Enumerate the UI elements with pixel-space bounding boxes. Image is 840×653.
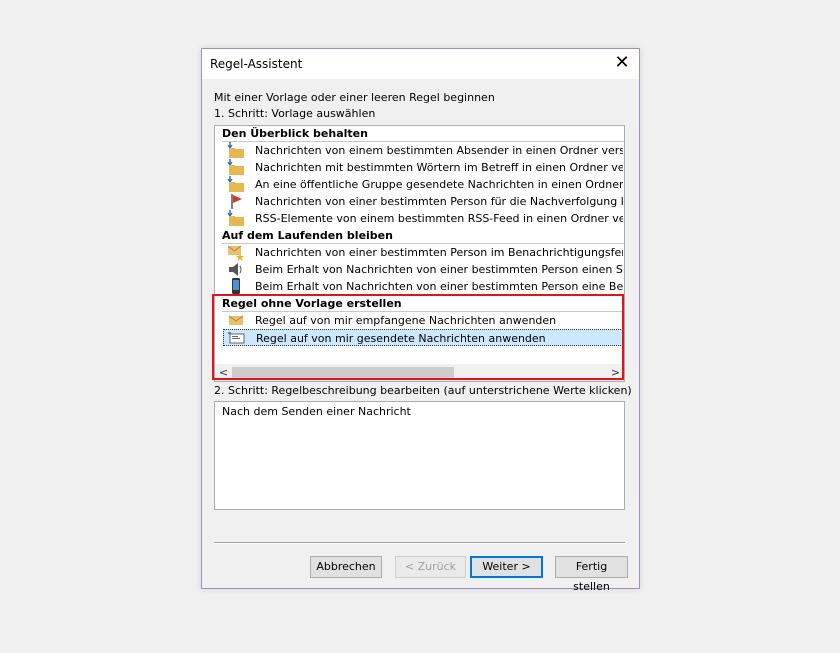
list-item-label: An eine öffentliche Gruppe gesendete Nac… [255, 178, 623, 191]
move-folder-icon [227, 159, 245, 176]
list-item-label: Nachrichten mit bestimmten Wörtern im Be… [255, 161, 623, 174]
rules-wizard-dialog: Regel-Assistent ✕ Mit einer Vorlage oder… [201, 48, 640, 593]
sent-mail-icon [228, 330, 246, 345]
horizontal-scrollbar[interactable]: < > [215, 364, 624, 381]
rule-description-text: Nach dem Senden einer Nachricht [222, 405, 411, 418]
list-item-play-sound[interactable]: Beim Erhalt von Nachrichten von einer be… [223, 261, 623, 278]
list-item-flag-followup[interactable]: Nachrichten von einer bestimmten Person … [223, 193, 623, 210]
list-item-label: Nachrichten von einer bestimmten Person … [255, 195, 623, 208]
group-header-stay-updated: Auf dem Laufenden bleiben [222, 229, 393, 242]
list-item-label: Regel auf von mir empfangene Nachrichten… [255, 314, 557, 327]
list-item-send-notification[interactable]: Beim Erhalt von Nachrichten von einer be… [223, 278, 623, 295]
list-item-move-public-group[interactable]: An eine öffentliche Gruppe gesendete Nac… [223, 176, 623, 193]
list-item-label: Regel auf von mir gesendete Nachrichten … [256, 332, 546, 345]
step2-label: 2. Schritt: Regelbeschreibung bearbeiten… [214, 384, 632, 397]
dialog-title: Regel-Assistent [210, 57, 303, 71]
scrollbar-thumb[interactable] [232, 367, 454, 378]
list-item-sent-rule[interactable]: Regel auf von mir gesendete Nachrichten … [223, 329, 623, 346]
list-item-move-by-sender[interactable]: Nachrichten von einem bestimmten Absende… [223, 142, 623, 159]
divider [214, 542, 625, 544]
phone-icon [227, 278, 245, 295]
title-bar: Regel-Assistent ✕ [202, 49, 639, 79]
speaker-icon [227, 261, 245, 278]
template-list[interactable]: Den Überblick behalten Nachrichten von e… [214, 125, 625, 382]
group-header-overview: Den Überblick behalten [222, 127, 368, 140]
move-folder-icon [227, 210, 245, 227]
envelope-icon [227, 312, 245, 329]
flag-icon [227, 193, 245, 210]
group-header-blank-rule: Regel ohne Vorlage erstellen [222, 297, 402, 310]
intro-label: Mit einer Vorlage oder einer leeren Rege… [214, 91, 495, 104]
move-folder-icon [227, 176, 245, 193]
back-button[interactable]: < Zurück [395, 556, 466, 578]
list-item-received-rule[interactable]: Regel auf von mir empfangene Nachrichten… [223, 312, 623, 329]
list-item-move-rss[interactable]: RSS-Elemente von einem bestimmten RSS-Fe… [223, 210, 623, 227]
list-item-label: Beim Erhalt von Nachrichten von einer be… [255, 263, 623, 276]
list-item-label: RSS-Elemente von einem bestimmten RSS-Fe… [255, 212, 623, 225]
close-icon[interactable]: ✕ [605, 49, 639, 79]
list-item-move-by-subject[interactable]: Nachrichten mit bestimmten Wörtern im Be… [223, 159, 623, 176]
finish-button[interactable]: Fertig stellen [555, 556, 628, 593]
list-item-label: Beim Erhalt von Nachrichten von einer be… [255, 280, 623, 293]
scroll-right-icon[interactable]: > [607, 364, 624, 381]
scroll-left-icon[interactable]: < [215, 364, 232, 381]
next-button[interactable]: Weiter > [470, 556, 543, 578]
list-item-alert-window[interactable]: Nachrichten von einer bestimmten Person … [223, 244, 623, 261]
mail-star-icon [227, 244, 245, 261]
cancel-button[interactable]: Abbrechen [310, 556, 382, 578]
list-item-label: Nachrichten von einer bestimmten Person … [255, 246, 623, 259]
list-item-label: Nachrichten von einem bestimmten Absende… [255, 144, 623, 157]
step1-label: 1. Schritt: Vorlage auswählen [214, 107, 376, 120]
move-folder-icon [227, 142, 245, 159]
rule-description-box[interactable]: Nach dem Senden einer Nachricht [214, 401, 625, 510]
